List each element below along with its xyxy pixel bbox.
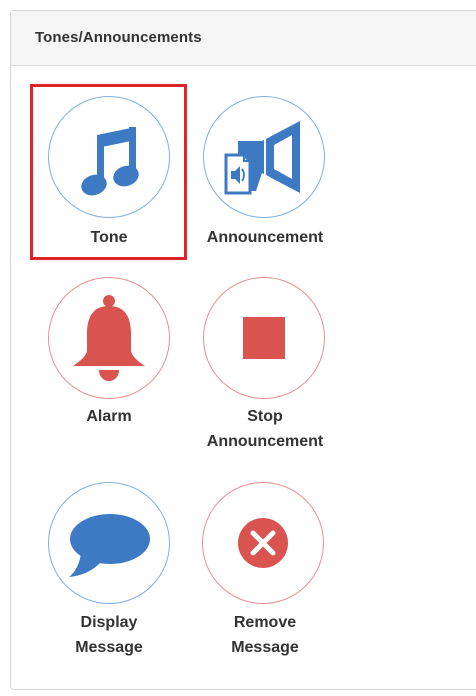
panel-title: Tones/Announcements [35, 29, 202, 46]
panel-header: Tones/Announcements [11, 11, 476, 66]
stop-icon [243, 317, 285, 359]
remove-message-circle [202, 482, 324, 604]
megaphone-icon [224, 121, 300, 195]
stop-announcement-circle [203, 277, 325, 399]
selected-highlight-box [30, 84, 187, 260]
alarm-button[interactable]: Alarm [34, 277, 184, 437]
announcement-circle [203, 96, 325, 218]
remove-message-label-line1: Remove [233, 614, 297, 631]
remove-x-icon [238, 518, 288, 568]
alarm-circle [48, 277, 170, 399]
alarm-label: Alarm [86, 408, 132, 425]
announcement-button[interactable]: Announcement [190, 96, 340, 256]
display-message-label-line2: Message [75, 639, 143, 656]
speech-bubble-icon [69, 514, 150, 577]
display-message-label-line1: Display [80, 614, 138, 631]
announcement-label: Announcement [206, 229, 324, 246]
display-message-button[interactable]: Display Message [34, 482, 184, 662]
stop-announcement-label-line2: Announcement [206, 433, 324, 450]
remove-message-label-line2: Message [231, 639, 299, 656]
stop-announcement-button[interactable]: Stop Announcement [190, 277, 340, 457]
display-message-circle [48, 482, 170, 604]
stop-announcement-label-line1: Stop [247, 408, 283, 425]
remove-message-button[interactable]: Remove Message [190, 482, 340, 662]
bell-icon [73, 295, 145, 381]
